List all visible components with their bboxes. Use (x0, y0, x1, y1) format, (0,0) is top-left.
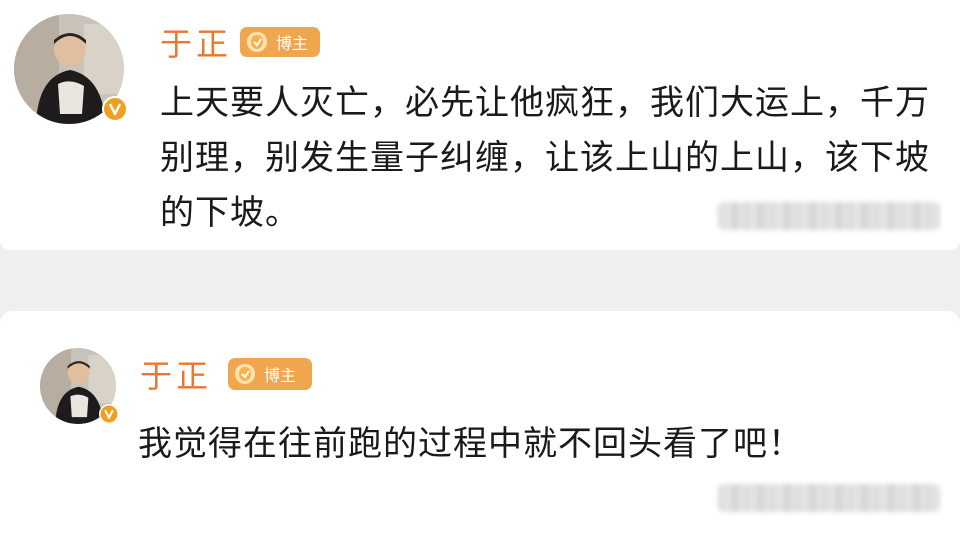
author-name[interactable]: 于正 (140, 360, 212, 392)
blogger-badge: 博主 (240, 27, 320, 57)
comment-text: 我觉得在往前跑的过程中就不回头看了吧！ (138, 424, 803, 464)
badge-label: 博主 (276, 34, 309, 53)
avatar[interactable] (40, 348, 119, 424)
author-name[interactable]: 于正 (160, 28, 232, 60)
blurred-meta (718, 202, 940, 230)
blurred-meta (718, 484, 940, 512)
blogger-badge-icon (247, 32, 267, 52)
verified-v-icon (99, 404, 119, 424)
avatar[interactable] (14, 14, 128, 124)
comment-card: 于正 博主 上天要人灭亡，必先让他疯狂，我们大运上，千万别理，别发生量子纠缠，让… (0, 0, 960, 250)
badge-label: 博主 (264, 366, 297, 385)
blogger-badge-icon (235, 364, 255, 384)
verified-v-icon (102, 96, 128, 122)
blogger-badge: 博主 (228, 358, 312, 390)
